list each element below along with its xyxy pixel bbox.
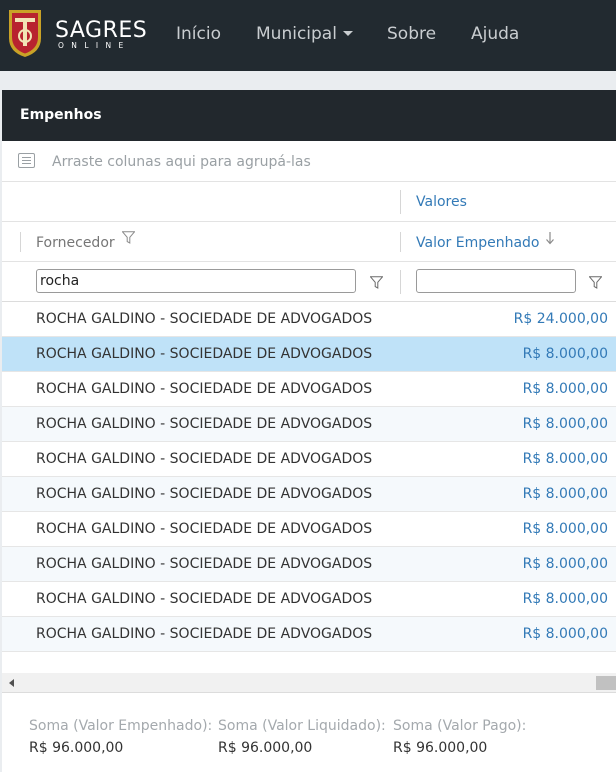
fornecedor-filter-input[interactable]	[36, 269, 356, 293]
valor-empenhado-cell: R$ 8.000,00	[522, 381, 608, 397]
column-separator	[400, 270, 401, 294]
nav-municipal-label: Municipal	[256, 24, 337, 44]
fornecedor-cell: ROCHA GALDINO - SOCIEDADE DE ADVOGADOS	[36, 556, 373, 572]
sum-pago-label: Soma (Valor Pago):	[393, 718, 527, 734]
band-header-valores[interactable]: Valores	[416, 194, 467, 210]
fornecedor-cell: ROCHA GALDINO - SOCIEDADE DE ADVOGADOS	[36, 311, 373, 327]
valor-empenhado-cell: R$ 8.000,00	[522, 451, 608, 467]
table-row[interactable]: ROCHA GALDINO - SOCIEDADE DE ADVOGADOS R…	[2, 512, 616, 547]
panel-header: Empenhos	[2, 90, 616, 141]
table-row[interactable]: ROCHA GALDINO - SOCIEDADE DE ADVOGADOS R…	[2, 442, 616, 477]
table-row-selected[interactable]: ROCHA GALDINO - SOCIEDADE DE ADVOGADOS R…	[2, 337, 616, 372]
sum-liquidado-value: R$ 96.000,00	[218, 740, 313, 756]
nav-ajuda[interactable]: Ajuda	[471, 24, 519, 44]
table-row[interactable]: ROCHA GALDINO - SOCIEDADE DE ADVOGADOS R…	[2, 617, 616, 652]
table-row[interactable]: ROCHA GALDINO - SOCIEDADE DE ADVOGADOS R…	[2, 582, 616, 617]
valor-empenhado-cell: R$ 8.000,00	[522, 416, 608, 432]
valor-empenhado-filter-icon[interactable]	[589, 276, 602, 289]
valor-empenhado-cell: R$ 8.000,00	[522, 556, 608, 572]
filter-row	[2, 262, 616, 302]
valor-empenhado-cell: R$ 24.000,00	[513, 311, 608, 327]
column-header-row: Fornecedor Valor Empenhado	[2, 222, 616, 262]
horizontal-scrollbar[interactable]	[2, 673, 616, 693]
table-row[interactable]: ROCHA GALDINO - SOCIEDADE DE ADVOGADOS R…	[2, 547, 616, 582]
column-separator	[400, 232, 401, 252]
fornecedor-cell: ROCHA GALDINO - SOCIEDADE DE ADVOGADOS	[36, 381, 373, 397]
table-row[interactable]: ROCHA GALDINO - SOCIEDADE DE ADVOGADOS R…	[2, 407, 616, 442]
table-row[interactable]: ROCHA GALDINO - SOCIEDADE DE ADVOGADOS R…	[2, 372, 616, 407]
fornecedor-cell: ROCHA GALDINO - SOCIEDADE DE ADVOGADOS	[36, 486, 373, 502]
empenhos-panel: Empenhos Arraste colunas aqui para agrup…	[2, 90, 616, 772]
brand-subtitle: ONLINE	[58, 41, 131, 50]
brand-name: SAGRES	[55, 18, 148, 43]
sort-descending-icon[interactable]	[545, 231, 555, 245]
nav-municipal[interactable]: Municipal	[256, 24, 353, 44]
valor-empenhado-cell: R$ 8.000,00	[522, 521, 608, 537]
sum-pago-value: R$ 96.000,00	[393, 740, 488, 756]
group-panel[interactable]: Arraste colunas aqui para agrupá-las	[2, 141, 616, 182]
panel-title: Empenhos	[20, 107, 102, 123]
valor-empenhado-cell: R$ 8.000,00	[522, 626, 608, 642]
group-panel-icon	[18, 153, 35, 168]
sagres-logo[interactable]	[6, 8, 44, 58]
band-header-row: Valores	[2, 182, 616, 222]
nav-inicio[interactable]: Início	[176, 24, 221, 44]
fornecedor-cell: ROCHA GALDINO - SOCIEDADE DE ADVOGADOS	[36, 346, 373, 362]
sum-empenhado-label: Soma (Valor Empenhado):	[29, 718, 213, 734]
fornecedor-cell: ROCHA GALDINO - SOCIEDADE DE ADVOGADOS	[36, 451, 373, 467]
group-panel-placeholder: Arraste colunas aqui para agrupá-las	[52, 154, 311, 170]
fornecedor-cell: ROCHA GALDINO - SOCIEDADE DE ADVOGADOS	[36, 626, 373, 642]
scrollbar-thumb[interactable]	[596, 676, 616, 690]
valor-empenhado-filter-input[interactable]	[416, 269, 576, 293]
scroll-left-icon[interactable]	[9, 679, 14, 687]
sum-liquidado-label: Soma (Valor Liquidado):	[218, 718, 386, 734]
table-row[interactable]: ROCHA GALDINO - SOCIEDADE DE ADVOGADOS R…	[2, 302, 616, 337]
fornecedor-filter-icon[interactable]	[370, 276, 383, 289]
fornecedor-cell: ROCHA GALDINO - SOCIEDADE DE ADVOGADOS	[36, 521, 373, 537]
caret-down-icon	[342, 31, 353, 36]
valor-empenhado-cell: R$ 8.000,00	[522, 591, 608, 607]
summary-footer: Soma (Valor Empenhado): R$ 96.000,00 Som…	[2, 694, 616, 772]
valor-empenhado-cell: R$ 8.000,00	[522, 346, 608, 362]
valor-empenhado-cell: R$ 8.000,00	[522, 486, 608, 502]
nav-sobre[interactable]: Sobre	[387, 24, 436, 44]
fornecedor-cell: ROCHA GALDINO - SOCIEDADE DE ADVOGADOS	[36, 591, 373, 607]
grid-body: ROCHA GALDINO - SOCIEDADE DE ADVOGADOS R…	[2, 302, 616, 652]
sum-empenhado-value: R$ 96.000,00	[29, 740, 124, 756]
column-header-valor-empenhado[interactable]: Valor Empenhado	[416, 235, 540, 251]
fornecedor-cell: ROCHA GALDINO - SOCIEDADE DE ADVOGADOS	[36, 416, 373, 432]
table-row[interactable]: ROCHA GALDINO - SOCIEDADE DE ADVOGADOS R…	[2, 477, 616, 512]
column-header-fornecedor[interactable]: Fornecedor	[36, 235, 115, 251]
top-navbar: SAGRES ONLINE Início Municipal Sobre Aju…	[0, 0, 616, 71]
column-separator	[20, 232, 21, 252]
header-filter-icon[interactable]	[122, 231, 135, 244]
column-separator	[400, 190, 401, 214]
